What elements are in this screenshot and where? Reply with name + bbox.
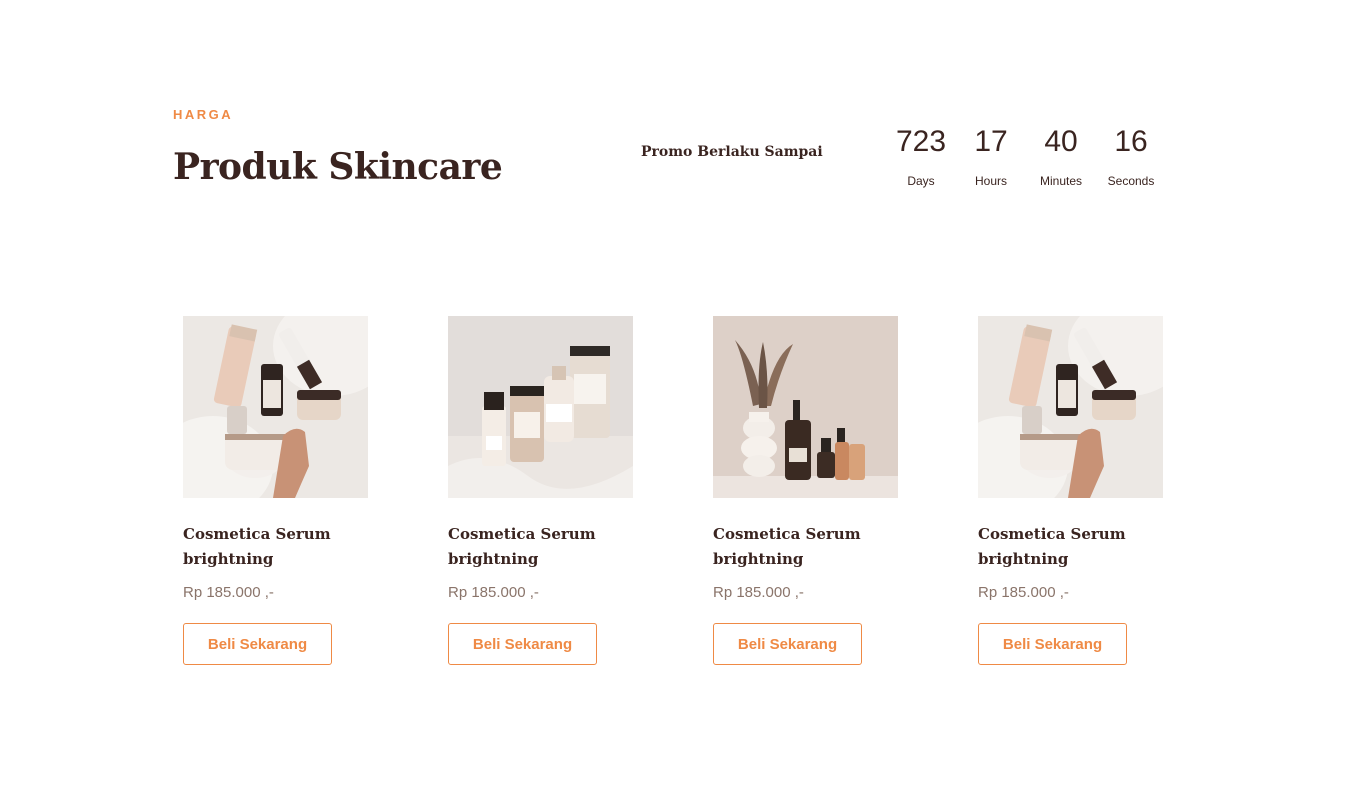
countdown-hours-value: 17 <box>974 125 1008 158</box>
countdown-minutes-value: 40 <box>1044 125 1078 158</box>
countdown-days-label: Days <box>907 174 935 188</box>
product-price: Rp 185.000 ,- <box>183 584 274 601</box>
promo-label: Promo Berlaku Sampai <box>641 144 823 160</box>
product-name: Cosmetica Serum brightning <box>448 525 596 568</box>
product-card: Cosmetica Serum brightning Rp 185.000 ,-… <box>448 316 633 665</box>
product-card: Cosmetica Serum brightning Rp 185.000 ,-… <box>713 316 898 665</box>
countdown-seconds-value: 16 <box>1114 125 1148 158</box>
buy-now-button[interactable]: Beli Sekarang <box>713 623 862 665</box>
section-eyebrow: HARGA <box>173 107 234 122</box>
product-card: Cosmetica Serum brightning Rp 185.000 ,-… <box>183 316 368 665</box>
product-name: Cosmetica Serum brightning <box>713 525 861 568</box>
product-image <box>713 316 898 498</box>
countdown-minutes: 40 Minutes <box>1026 122 1096 188</box>
product-image <box>448 316 633 498</box>
countdown-hours: 17 Hours <box>956 122 1026 188</box>
buy-now-button[interactable]: Beli Sekarang <box>978 623 1127 665</box>
product-image <box>978 316 1163 498</box>
countdown-timer: 723 Days 17 Hours 40 Minutes 16 Seconds <box>886 122 1166 188</box>
countdown-minutes-label: Minutes <box>1039 174 1083 188</box>
product-name: Cosmetica Serum brightning <box>183 525 331 568</box>
product-price: Rp 185.000 ,- <box>978 584 1069 601</box>
product-name: Cosmetica Serum brightning <box>978 525 1126 568</box>
countdown-seconds-label: Seconds <box>1107 174 1155 188</box>
countdown-hours-label: Hours <box>974 174 1007 188</box>
countdown-seconds: 16 Seconds <box>1096 122 1166 188</box>
countdown-days: 723 Days <box>886 122 956 188</box>
product-image <box>183 316 368 498</box>
product-card: Cosmetica Serum brightning Rp 185.000 ,-… <box>978 316 1163 665</box>
product-price: Rp 185.000 ,- <box>448 584 539 601</box>
countdown-days-value: 723 <box>895 125 947 158</box>
page-title: Produk Skincare <box>173 146 503 188</box>
buy-now-button[interactable]: Beli Sekarang <box>183 623 332 665</box>
product-price: Rp 185.000 ,- <box>713 584 804 601</box>
buy-now-button[interactable]: Beli Sekarang <box>448 623 597 665</box>
